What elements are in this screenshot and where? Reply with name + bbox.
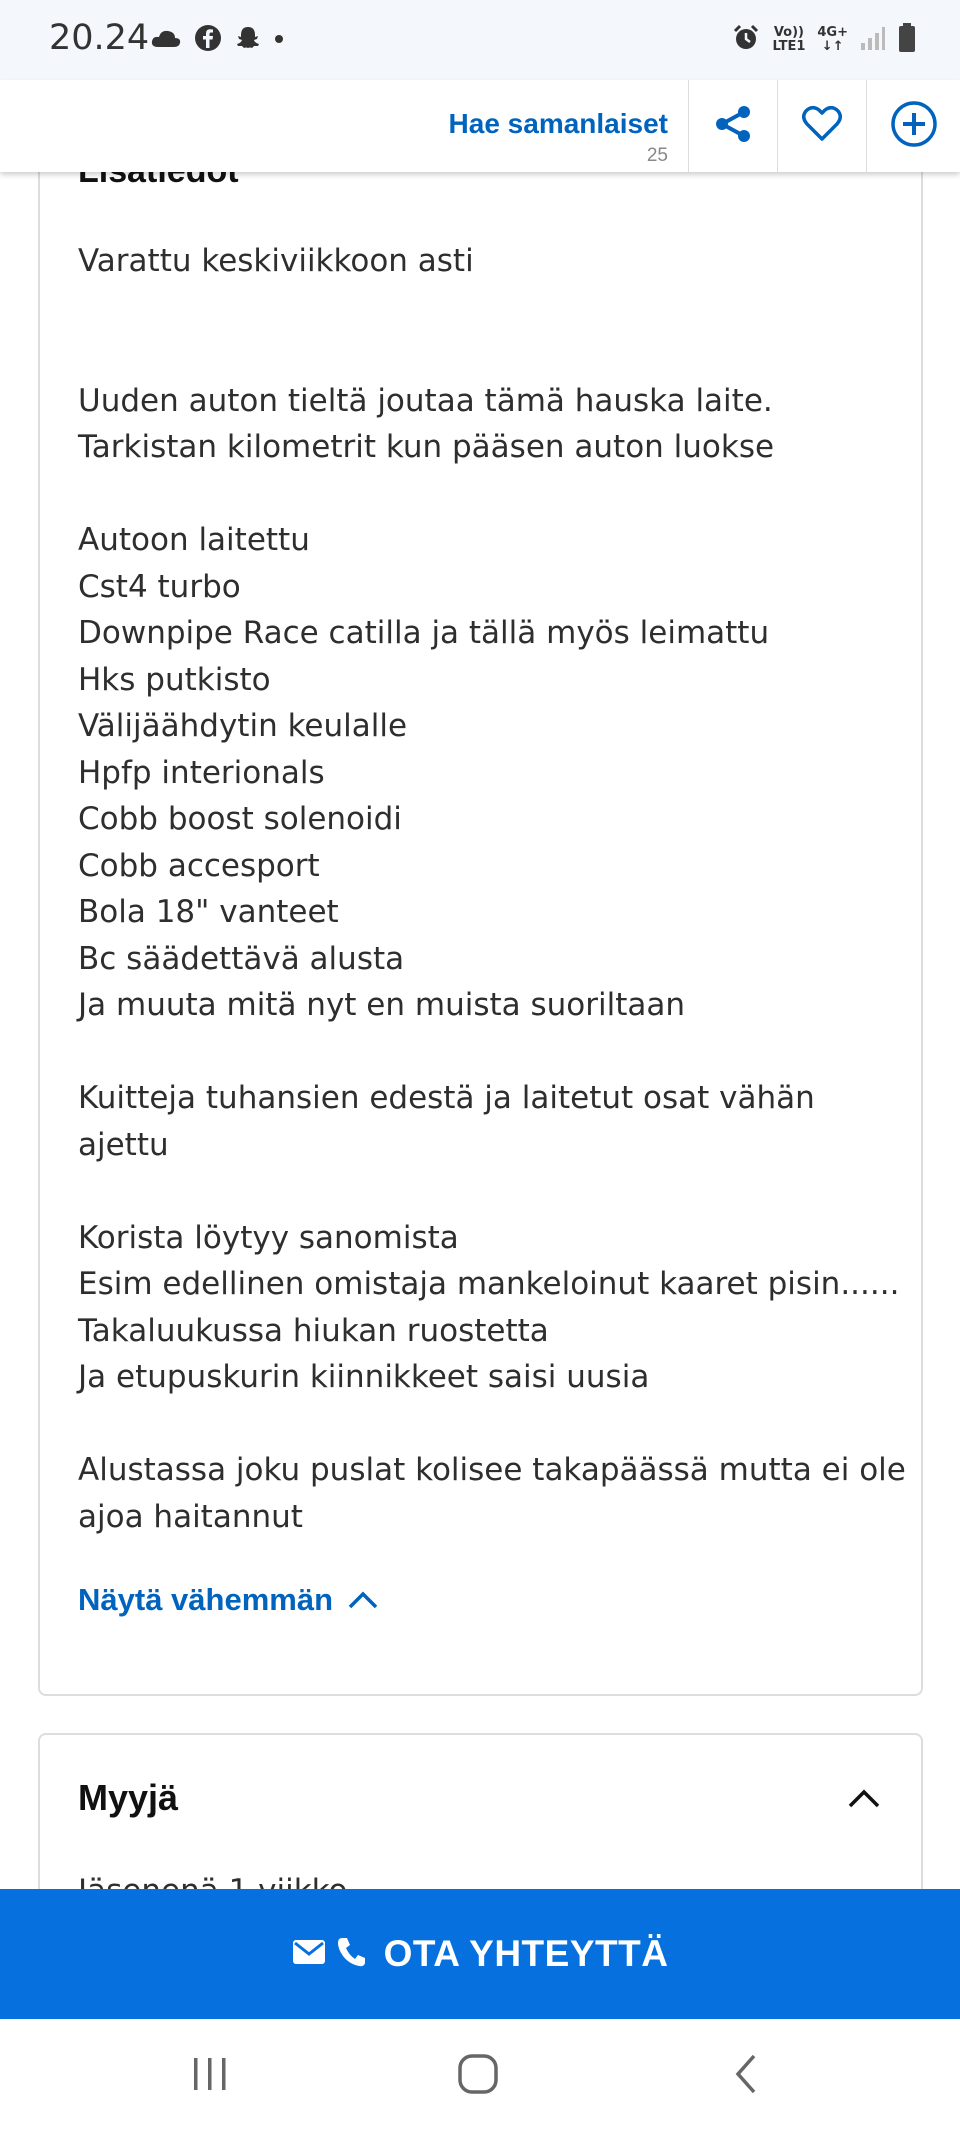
description-line: Välijäähdytin keulalle bbox=[78, 708, 408, 744]
description-line: ajettu bbox=[78, 1126, 169, 1163]
battery-icon bbox=[898, 22, 916, 58]
description-line: Autoon laitettu bbox=[78, 522, 310, 558]
data-arrows-icon: ↓↑ bbox=[821, 39, 844, 54]
back-icon bbox=[732, 2053, 760, 2100]
description-text: Varattu keskiviikkoon asti Uuden auton ti… bbox=[78, 238, 906, 1540]
description-line: ajoa haitannut bbox=[78, 1498, 303, 1535]
status-bar: 20.24 Vo)) LTE1 4G+ ↓↑ bbox=[0, 0, 960, 80]
find-similar-button[interactable]: Hae samanlaiset 25 bbox=[440, 80, 688, 172]
add-button[interactable] bbox=[870, 80, 958, 172]
seller-title: Myyjä bbox=[78, 1777, 179, 1818]
divider bbox=[866, 80, 867, 172]
details-card: Lisätiedot Varattu keskiviikkoon astiUud… bbox=[38, 120, 923, 1696]
description-line: Bola 18" vanteet bbox=[78, 894, 339, 930]
home-button[interactable] bbox=[418, 2041, 538, 2111]
status-left-icons bbox=[150, 20, 284, 60]
alarm-icon bbox=[732, 24, 760, 57]
description-line: Alustassa joku puslat kolisee takapäässä… bbox=[78, 1452, 906, 1488]
phone-icon bbox=[336, 1936, 366, 1973]
description-line: Tarkistan kilometrit kun pääsen auton lu… bbox=[78, 429, 775, 465]
description-line: Hpfp interionals bbox=[78, 754, 325, 791]
back-button[interactable] bbox=[686, 2041, 806, 2111]
description-line: Cobb accesport bbox=[78, 847, 320, 884]
collapse-seller-button[interactable] bbox=[847, 1787, 881, 1814]
chevron-up-icon bbox=[847, 1789, 881, 1813]
description-line: Cobb boost solenoidi bbox=[78, 801, 402, 837]
facebook-icon bbox=[194, 24, 222, 57]
chevron-up-icon bbox=[347, 1582, 379, 1618]
share-icon bbox=[713, 104, 753, 149]
description-line: Cst4 turbo bbox=[78, 568, 241, 605]
system-nav-bar bbox=[0, 2019, 960, 2133]
recent-apps-button[interactable] bbox=[150, 2041, 270, 2111]
description-line: Ja etupuskurin kiinnikkeet saisi uusia bbox=[78, 1359, 650, 1395]
listing-action-bar: Hae samanlaiset 25 bbox=[0, 80, 960, 172]
contact-label: OTA YHTEYTTÄ bbox=[383, 1933, 669, 1974]
description-line: Korista löytyy sanomista bbox=[78, 1219, 459, 1256]
find-similar-label: Hae samanlaiset bbox=[448, 108, 668, 139]
snapchat-icon bbox=[234, 24, 262, 57]
status-right-icons: Vo)) LTE1 4G+ ↓↑ bbox=[732, 20, 916, 60]
description-line: Kuitteja tuhansien edestä ja laitetut os… bbox=[78, 1080, 815, 1116]
plus-circle-icon bbox=[890, 100, 938, 153]
description-line: Esim edellinen omistaja mankeloinut kaar… bbox=[78, 1266, 900, 1302]
description-line: Downpipe Race catilla ja tällä myös leim… bbox=[78, 615, 770, 651]
volte-indicator: Vo)) LTE1 bbox=[772, 25, 806, 54]
description-line: Hks putkisto bbox=[78, 661, 271, 698]
status-time: 20.24 bbox=[49, 18, 150, 58]
find-similar-count: 25 bbox=[646, 145, 668, 166]
description-line: Ja muuta mitä nyt en muista suoriltaan bbox=[78, 987, 686, 1023]
favorite-button[interactable] bbox=[778, 80, 866, 172]
description-line: Varattu keskiviikkoon asti bbox=[78, 243, 474, 279]
envelope-icon bbox=[292, 1939, 326, 1970]
dot-icon bbox=[274, 31, 284, 49]
contact-seller-button[interactable]: OTA YHTEYTTÄ bbox=[0, 1889, 960, 2019]
home-icon bbox=[456, 2052, 500, 2101]
signal-icon bbox=[860, 25, 886, 56]
share-button[interactable] bbox=[689, 80, 777, 172]
description-line: Bc säädettävä alusta bbox=[78, 940, 405, 977]
description-line: Uuden auton tieltä joutaa tämä hauska la… bbox=[78, 382, 773, 419]
heart-icon bbox=[801, 105, 843, 148]
recent-apps-icon bbox=[190, 2056, 230, 2097]
cloud-icon bbox=[150, 27, 182, 54]
description-line: Takaluukussa hiukan ruostetta bbox=[78, 1312, 549, 1349]
show-less-button[interactable]: Näytä vähemmän bbox=[78, 1582, 379, 1618]
data-indicator: 4G+ ↓↑ bbox=[817, 25, 848, 54]
show-less-label: Näytä vähemmän bbox=[78, 1582, 334, 1617]
